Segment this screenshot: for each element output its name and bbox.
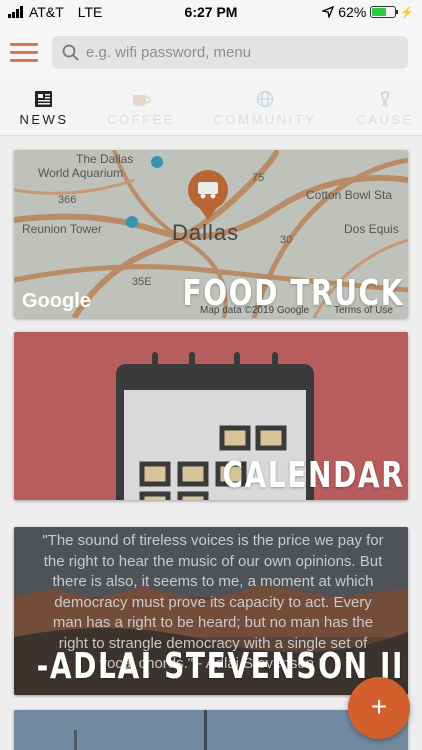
- app-header: [0, 26, 422, 80]
- map-label: Reunion Tower: [22, 222, 102, 236]
- charging-icon: ⚡: [400, 6, 414, 19]
- calendar-card[interactable]: CALENDAR: [14, 332, 408, 500]
- hamburger-icon[interactable]: [10, 43, 38, 63]
- card-title: CALENDAR: [221, 455, 404, 496]
- map-label: World Aquarium: [38, 166, 124, 180]
- search-icon: [62, 44, 79, 61]
- map-label: 35E: [132, 276, 152, 288]
- map-label: The Dallas: [76, 152, 134, 166]
- ribbon-icon: [380, 91, 390, 107]
- card-title: FOOD TRUCK: [182, 273, 404, 314]
- battery-icon: [370, 6, 399, 18]
- tab-cause[interactable]: CAUSE: [354, 80, 416, 136]
- map-label: 30: [280, 234, 293, 246]
- tab-coffee-label: COFFEE: [107, 112, 175, 127]
- map-label: Dos Equis: [344, 222, 399, 236]
- add-button[interactable]: +: [348, 677, 410, 739]
- search-bar[interactable]: [52, 36, 408, 69]
- search-input[interactable]: [86, 36, 396, 69]
- tab-news-label: NEWS: [19, 112, 69, 127]
- globe-icon: [256, 90, 274, 108]
- tab-community[interactable]: COMMUNITY: [210, 80, 320, 136]
- quote-card[interactable]: "The sound of tireless voices is the pri…: [14, 527, 408, 695]
- map-label: 366: [58, 194, 77, 206]
- coffee-cup-icon: [133, 95, 151, 106]
- food-truck-card[interactable]: The Dallas World Aquarium Reunion Tower …: [14, 150, 408, 318]
- battery-percent: 62%: [338, 4, 367, 20]
- google-logo: Google: [22, 290, 91, 312]
- tab-coffee[interactable]: COFFEE: [105, 80, 177, 136]
- tab-community-label: COMMUNITY: [213, 112, 317, 127]
- map-city-label: Dallas: [172, 220, 240, 245]
- location-arrow-icon: [322, 6, 335, 18]
- tab-bar: NEWS COFFEE COMMUNITY CAUSE: [0, 80, 422, 136]
- tab-cause-label: CAUSE: [356, 112, 414, 127]
- news-feed[interactable]: The Dallas World Aquarium Reunion Tower …: [0, 137, 422, 750]
- newspaper-icon: [35, 91, 52, 107]
- status-bar: AT&T LTE 6:27 PM 62% ⚡: [0, 0, 422, 26]
- map-label: Cotton Bowl Sta: [306, 188, 393, 202]
- tab-news[interactable]: NEWS: [14, 80, 74, 136]
- card-title: -ADLAI STEVENSON II: [36, 646, 404, 687]
- map-label: 75: [252, 172, 265, 184]
